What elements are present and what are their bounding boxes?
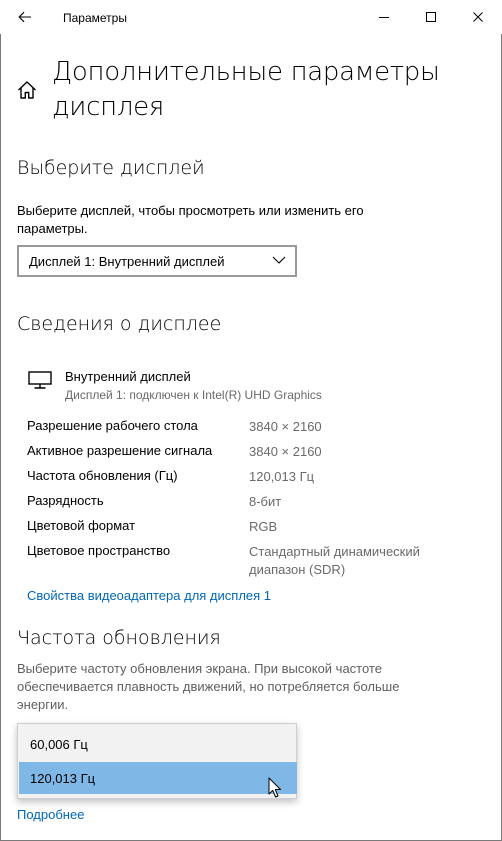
info-value: 3840 × 2160: [249, 419, 322, 434]
select-display-heading: Выберите дисплей: [17, 157, 205, 179]
display-info-heading: Сведения о дисплее: [17, 313, 222, 335]
back-button[interactable]: [10, 4, 40, 30]
info-label: Разрешение рабочего стола: [27, 418, 198, 433]
info-label: Цветовое пространство: [27, 543, 171, 558]
info-value: 120,013 Гц: [249, 469, 315, 484]
select-display-description: Выберите дисплей, чтобы просмотреть или …: [17, 203, 364, 236]
maximize-icon: [426, 12, 436, 22]
adapter-properties-link[interactable]: Свойства видеоадаптера для дисплея 1: [27, 588, 271, 603]
display-subtitle: Дисплей 1: подключен к Intel(R) UHD Grap…: [65, 388, 322, 402]
chevron-down-icon: [272, 256, 286, 264]
monitor-icon: [28, 371, 52, 389]
page-title: Дополнительные параметры дисплея: [52, 57, 440, 122]
info-label: Активное разрешение сигнала: [27, 443, 213, 458]
info-value: 8-бит: [249, 494, 282, 509]
info-label: Цветовой формат: [27, 518, 136, 533]
arrow-left-icon: [18, 11, 31, 23]
info-label: Частота обновления (Гц): [27, 468, 178, 483]
info-value: Стандартный динамический диапазон (SDR): [249, 544, 420, 577]
info-value: 3840 × 2160: [249, 444, 322, 459]
minimize-button[interactable]: [361, 0, 407, 34]
window-title: Параметры: [63, 11, 127, 25]
display-dropdown[interactable]: Дисплей 1: Внутренний дисплей: [17, 245, 297, 277]
info-value: RGB: [249, 519, 278, 534]
refresh-option-120[interactable]: 120,013 Гц: [19, 762, 297, 794]
refresh-rate-heading: Частота обновления: [17, 627, 221, 649]
close-button[interactable]: [455, 0, 501, 34]
refresh-option-60[interactable]: 60,006 Гц: [19, 728, 297, 760]
display-name: Внутренний дисплей: [65, 369, 191, 384]
minimize-icon: [379, 17, 389, 18]
close-icon: [473, 12, 483, 22]
home-icon[interactable]: [16, 79, 38, 101]
refresh-rate-dropdown-list: 60,006 Гц 120,013 Гц: [17, 723, 297, 799]
learn-more-link[interactable]: Подробнее: [17, 807, 84, 822]
refresh-rate-description: Выберите частоту обновления экрана. При …: [17, 661, 400, 712]
info-label: Разрядность: [27, 493, 104, 508]
maximize-button[interactable]: [408, 0, 454, 34]
mouse-pointer-icon: [268, 777, 281, 798]
title-bar: Параметры: [0, 0, 502, 34]
display-dropdown-value: Дисплей 1: Внутренний дисплей: [29, 253, 225, 269]
